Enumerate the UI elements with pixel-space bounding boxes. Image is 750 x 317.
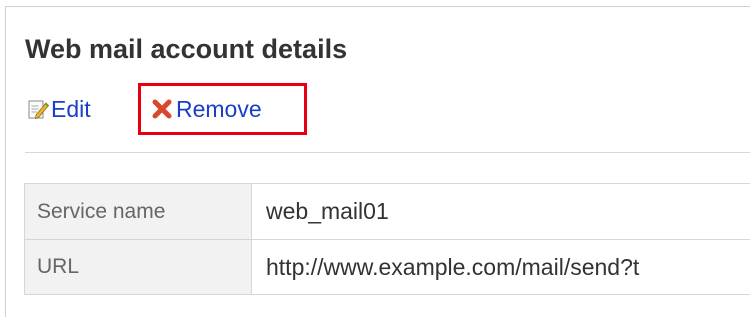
page-title: Web mail account details (25, 32, 347, 66)
edit-link[interactable]: Edit (27, 96, 91, 122)
service-name-label: Service name (25, 184, 252, 240)
url-label: URL (25, 240, 252, 295)
table-row: URL http://www.example.com/mail/send?t (25, 240, 750, 295)
remove-label: Remove (176, 96, 262, 123)
table-row: Service name web_mail01 (25, 184, 750, 240)
details-table: Service name web_mail01 URL http://www.e… (24, 183, 750, 295)
service-name-value: web_mail01 (252, 184, 750, 240)
remove-icon (151, 98, 173, 120)
url-value: http://www.example.com/mail/send?t (252, 240, 750, 295)
divider (25, 152, 750, 153)
edit-icon (27, 98, 49, 120)
remove-link[interactable]: Remove (151, 96, 262, 122)
edit-label: Edit (51, 96, 91, 123)
